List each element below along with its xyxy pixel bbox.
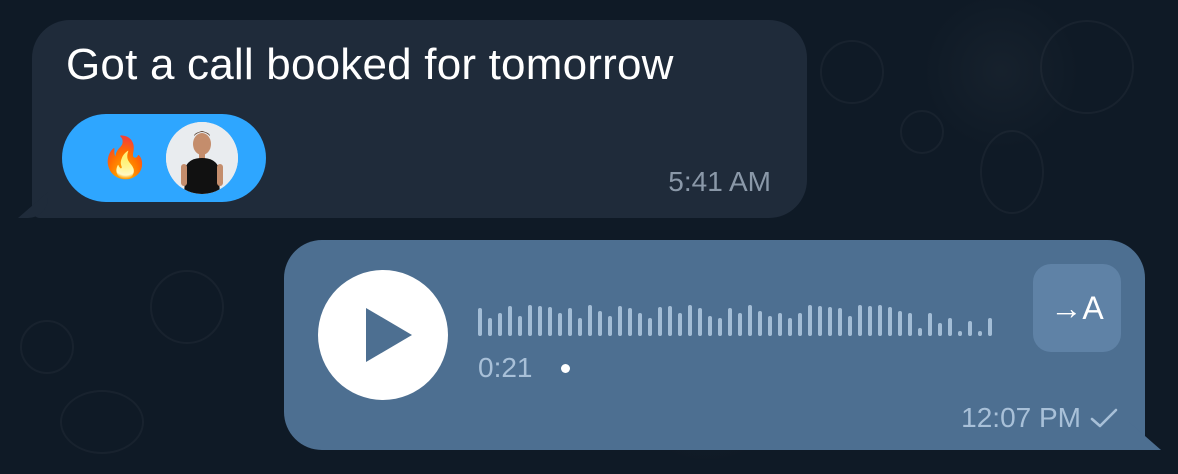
- fire-emoji-icon: 🔥: [100, 136, 150, 180]
- waveform-bar: [818, 306, 822, 336]
- waveform-bar: [548, 307, 552, 336]
- reaction-chip[interactable]: 🔥: [62, 114, 266, 202]
- waveform-bar: [938, 323, 942, 336]
- waveform-bar: [908, 313, 912, 336]
- message-text: Got a call booked for tomorrow: [66, 40, 674, 89]
- waveform-bar: [478, 308, 482, 336]
- waveform-bar: [698, 308, 702, 336]
- message-meta: 12:07 PM: [961, 402, 1119, 434]
- waveform-bar: [768, 316, 772, 336]
- waveform-bar: [888, 307, 892, 336]
- wallpaper-doodle: [150, 270, 224, 344]
- waveform-bar: [658, 307, 662, 336]
- wallpaper-doodle: [60, 390, 144, 454]
- waveform-bar: [978, 331, 982, 336]
- waveform-bar: [488, 318, 492, 336]
- waveform-bar: [618, 306, 622, 336]
- waveform-bar: [918, 328, 922, 336]
- waveform-bar: [868, 306, 872, 336]
- waveform-bar: [808, 305, 812, 336]
- message-timestamp: 12:07 PM: [961, 402, 1081, 433]
- waveform-bar: [568, 308, 572, 336]
- waveform-bar: [788, 318, 792, 336]
- waveform-bar: [638, 313, 642, 336]
- waveform-bar: [728, 308, 732, 336]
- waveform-bar: [528, 305, 532, 336]
- waveform-bar: [898, 311, 902, 336]
- waveform-bar: [798, 313, 802, 336]
- wallpaper-doodle: [20, 320, 74, 374]
- voice-duration: 0:21: [478, 352, 533, 383]
- waveform-bar: [748, 305, 752, 336]
- outgoing-voice-message-bubble[interactable]: 0:21 →A 12:07 PM: [284, 240, 1161, 450]
- waveform-bar: [718, 318, 722, 336]
- waveform-bar: [988, 318, 992, 336]
- waveform-bar: [858, 305, 862, 336]
- waveform-bar: [968, 321, 972, 336]
- wallpaper-doodle: [820, 40, 884, 104]
- waveform-bar: [828, 307, 832, 336]
- incoming-message-bubble[interactable]: Got a call booked for tomorrow 🔥 5:41 AM: [18, 20, 807, 218]
- voice-waveform[interactable]: [478, 286, 998, 336]
- waveform-bar: [948, 318, 952, 336]
- waveform-bar: [598, 311, 602, 336]
- waveform-bar: [648, 318, 652, 336]
- message-timestamp: 5:41 AM: [668, 166, 771, 197]
- waveform-bar: [558, 313, 562, 336]
- waveform-bar: [958, 331, 962, 336]
- waveform-bar: [848, 316, 852, 336]
- reactor-avatar[interactable]: [166, 122, 238, 194]
- waveform-bar: [498, 313, 502, 336]
- waveform-bar: [778, 313, 782, 336]
- waveform-bar: [518, 316, 522, 336]
- waveform-bar: [608, 316, 612, 336]
- waveform-bar: [588, 305, 592, 336]
- waveform-bar: [578, 318, 582, 336]
- waveform-bar: [508, 306, 512, 336]
- waveform-bar: [838, 308, 842, 336]
- waveform-bar: [758, 311, 762, 336]
- play-button[interactable]: [318, 270, 448, 400]
- waveform-bar: [928, 313, 932, 336]
- waveform-bar: [538, 306, 542, 336]
- waveform-bar: [688, 305, 692, 336]
- wallpaper-doodle: [980, 130, 1044, 214]
- person-avatar-icon: [166, 122, 238, 194]
- waveform-bar: [668, 306, 672, 336]
- single-check-icon: [1090, 408, 1118, 428]
- transcribe-button[interactable]: →A: [1033, 264, 1121, 352]
- waveform-bar: [708, 316, 712, 336]
- waveform-bar: [878, 305, 882, 336]
- wallpaper-doodle: [1040, 20, 1134, 114]
- unplayed-dot-icon: [561, 364, 570, 373]
- waveform-bar: [678, 313, 682, 336]
- wallpaper-doodle: [900, 110, 944, 154]
- waveform-bar: [738, 313, 742, 336]
- waveform-bar: [628, 308, 632, 336]
- play-icon: [366, 308, 412, 362]
